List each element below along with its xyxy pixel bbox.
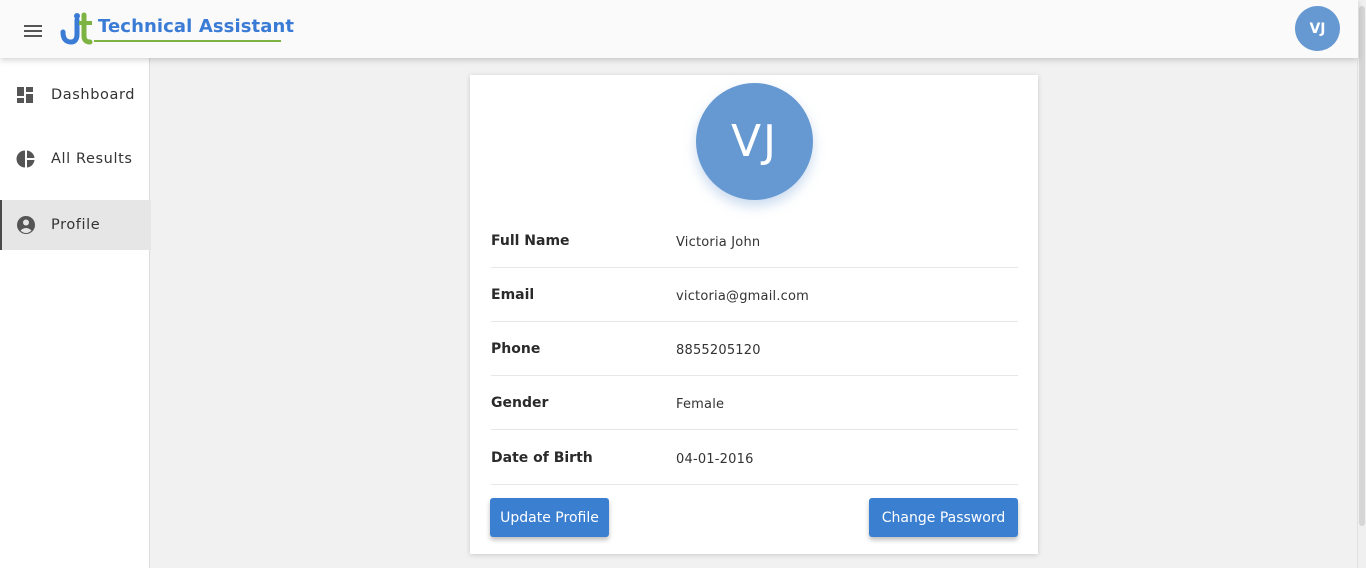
sidebar-item-profile[interactable]: Profile [0, 200, 151, 250]
change-password-button[interactable]: Change Password [869, 498, 1018, 537]
jt-logo-icon[interactable] [60, 12, 96, 46]
dashboard-icon [16, 85, 36, 105]
field-label: Email [491, 287, 535, 303]
sidebar-item-label: Dashboard [51, 87, 136, 103]
account-circle-icon [16, 215, 36, 235]
profile-avatar: VJ [696, 83, 813, 200]
brand-underline [94, 40, 281, 42]
sidebar-item-label: Profile [51, 217, 101, 233]
sidebar: Dashboard All Results Profile [0, 58, 151, 568]
pie-chart-icon [16, 149, 36, 169]
profile-row-gender: Gender Female [491, 375, 1018, 430]
profile-row-date-of-birth: Date of Birth 04-01-2016 [491, 430, 1018, 485]
user-avatar-button[interactable]: VJ [1295, 6, 1340, 51]
field-value: 04-01-2016 [676, 452, 754, 467]
page-scrollbar[interactable] [1357, 0, 1366, 568]
top-app-bar: Technical Assistant VJ [0, 0, 1358, 58]
field-value: 8855205120 [676, 343, 761, 358]
profile-row-full-name: Full Name Victoria John [491, 213, 1018, 268]
field-value: Victoria John [676, 235, 761, 250]
update-profile-button[interactable]: Update Profile [490, 498, 609, 537]
hamburger-menu-icon[interactable] [22, 20, 44, 42]
field-value: Female [676, 397, 725, 412]
app-brand-title[interactable]: Technical Assistant [98, 16, 294, 37]
field-label: Full Name [491, 233, 570, 249]
profile-card: VJ Full Name Victoria John Email victori… [470, 75, 1038, 554]
profile-row-email: Email victoria@gmail.com [491, 267, 1018, 322]
field-label: Phone [491, 341, 541, 357]
scrollbar-thumb[interactable] [1359, 6, 1365, 526]
sidebar-item-label: All Results [51, 151, 133, 167]
field-value: victoria@gmail.com [676, 289, 810, 304]
sidebar-item-all-results[interactable]: All Results [0, 134, 149, 184]
sidebar-item-dashboard[interactable]: Dashboard [0, 70, 149, 120]
profile-row-phone: Phone 8855205120 [491, 321, 1018, 376]
field-label: Date of Birth [491, 450, 593, 466]
field-label: Gender [491, 395, 549, 411]
